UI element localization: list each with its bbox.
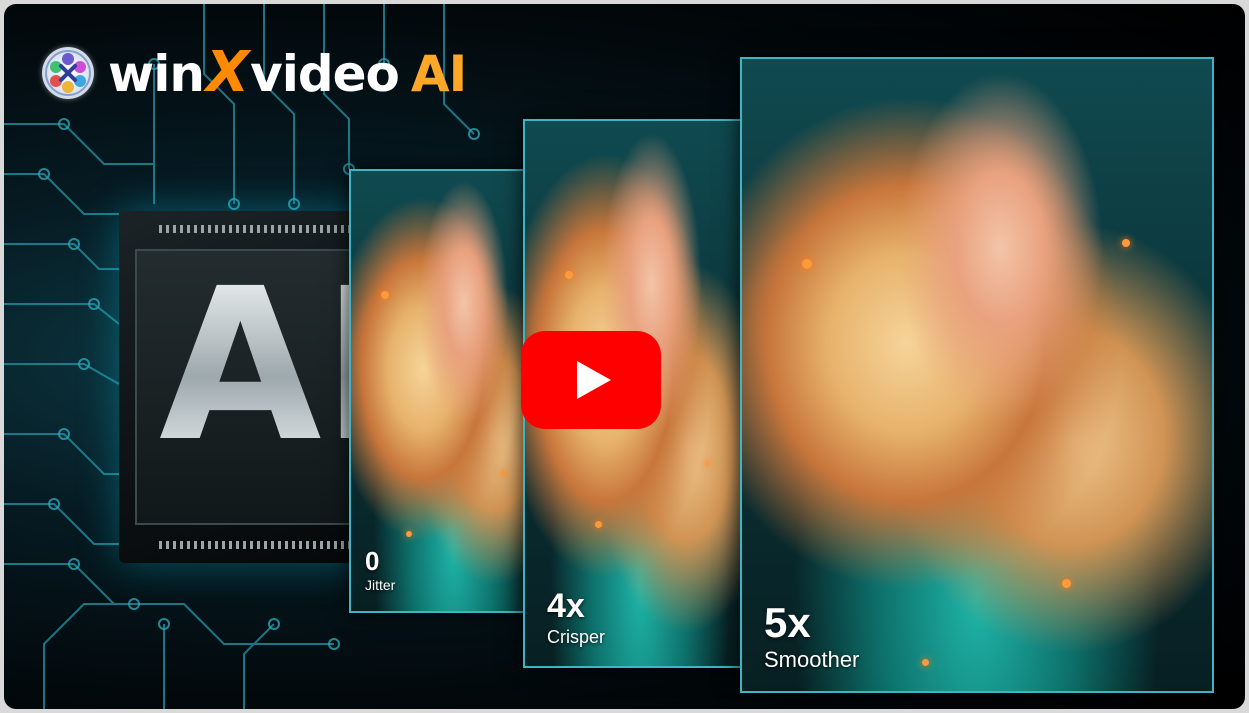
comparison-card-smoother: 5x Smoother [740,57,1214,693]
brand-name-x: X [205,40,249,105]
brand-name-part1: win [108,45,205,103]
film-reel-icon [42,46,94,99]
card-caption: Smoother [764,647,860,672]
brand-name-part2: video [250,45,400,103]
brand-name: win X video AI [108,40,467,105]
brand-name-ai: AI [410,45,467,103]
card-caption: Crisper [547,627,606,647]
card-caption: Jitter [365,577,396,593]
video-thumbnail[interactable]: win X video AI AI 0 Jitter 4x Crisper 5x [4,4,1245,709]
play-icon[interactable] [577,361,611,399]
portrait-image [742,59,1212,691]
brand-logo: win X video AI [42,40,467,105]
card-value: 4x [547,587,585,625]
card-value: 0 [365,546,380,576]
card-value: 5x [764,599,811,646]
play-button[interactable] [521,331,661,429]
